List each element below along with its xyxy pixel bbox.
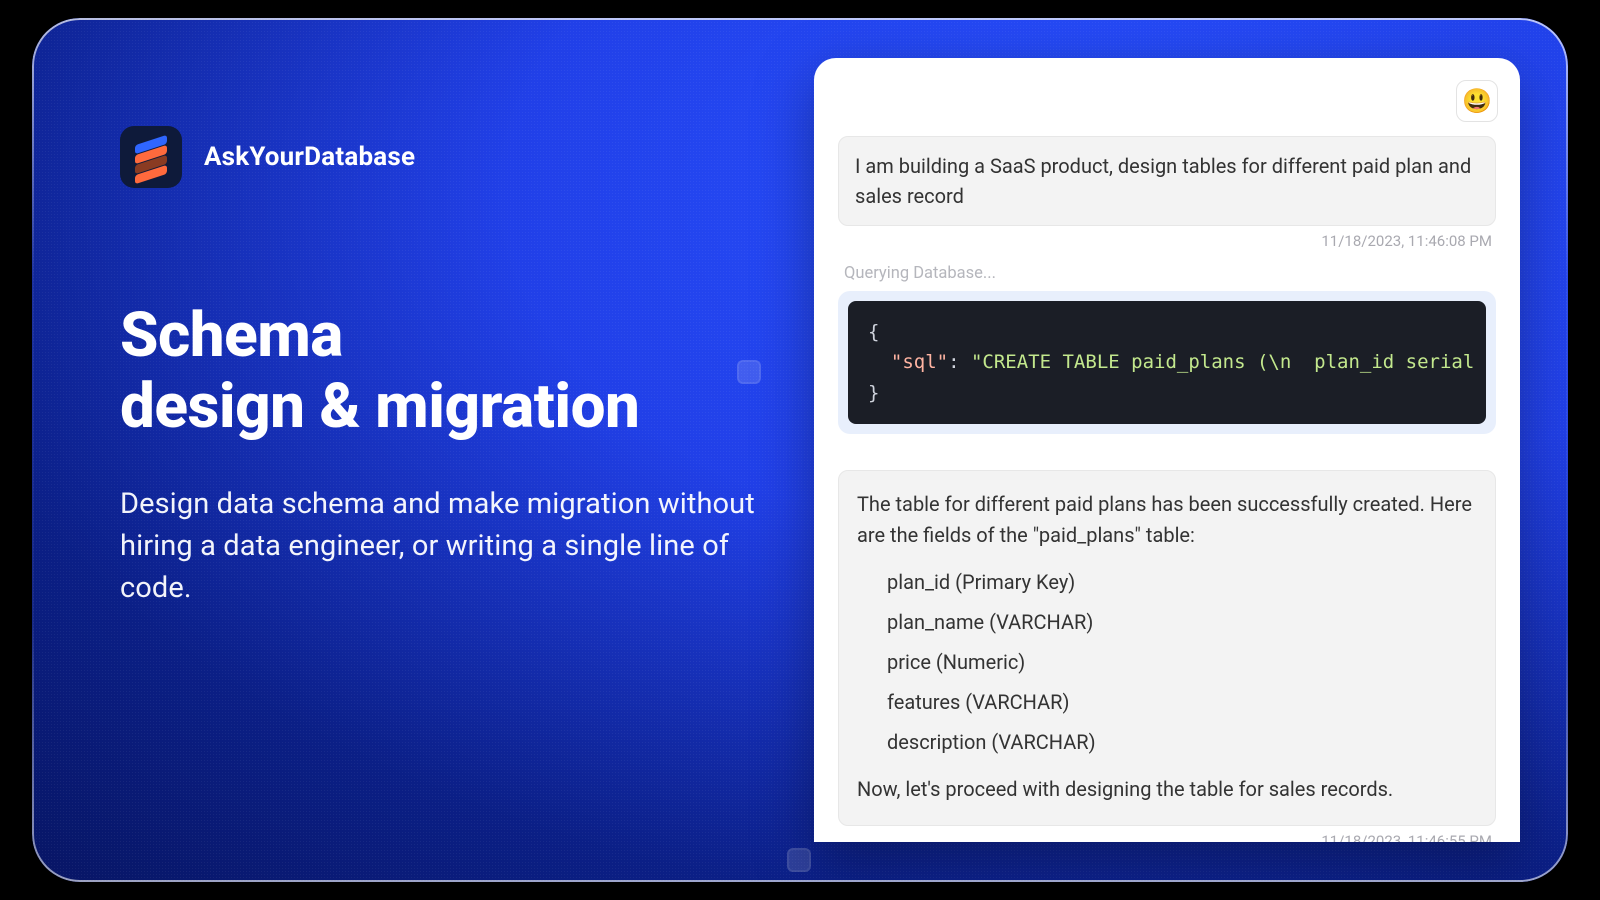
smile-emoji-icon: 😃: [1462, 87, 1492, 115]
hero-section: AskYourDatabase Schema design & migratio…: [120, 126, 760, 609]
chat-panel: 😃 I am building a SaaS product, design t…: [814, 58, 1520, 842]
assistant-intro: The table for different paid plans has b…: [857, 489, 1477, 551]
field-list: plan_id (Primary Key) plan_name (VARCHAR…: [887, 567, 1477, 758]
user-message: I am building a SaaS product, design tab…: [838, 136, 1496, 226]
assistant-outro: Now, let's proceed with designing the ta…: [857, 774, 1477, 805]
timestamp: 11/18/2023, 11:46:55 PM: [838, 832, 1496, 842]
brand-row: AskYourDatabase: [120, 126, 760, 188]
hero-subtext: Design data schema and make migration wi…: [120, 483, 760, 609]
user-message-text: I am building a SaaS product, design tab…: [855, 154, 1471, 208]
headline-line-2: design & migration: [120, 371, 760, 442]
brand-name: AskYourDatabase: [204, 142, 415, 172]
emoji-button[interactable]: 😃: [1456, 80, 1498, 122]
app-logo-icon: [120, 126, 182, 188]
headline-line-1: Schema: [120, 300, 760, 371]
hero-headline: Schema design & migration: [120, 300, 760, 443]
list-item: plan_name (VARCHAR): [887, 607, 1477, 638]
list-item: features (VARCHAR): [887, 687, 1477, 718]
decorative-square: [787, 848, 811, 872]
list-item: price (Numeric): [887, 647, 1477, 678]
status-text: Querying Database...: [838, 264, 1496, 283]
code-block: { "sql": "CREATE TABLE paid_plans (\n pl…: [848, 301, 1486, 424]
timestamp: 11/18/2023, 11:46:08 PM: [838, 232, 1496, 250]
code-block-container: { "sql": "CREATE TABLE paid_plans (\n pl…: [838, 291, 1496, 434]
assistant-message: The table for different paid plans has b…: [838, 470, 1496, 826]
list-item: description (VARCHAR): [887, 727, 1477, 758]
promo-card: AskYourDatabase Schema design & migratio…: [32, 18, 1568, 882]
list-item: plan_id (Primary Key): [887, 567, 1477, 598]
